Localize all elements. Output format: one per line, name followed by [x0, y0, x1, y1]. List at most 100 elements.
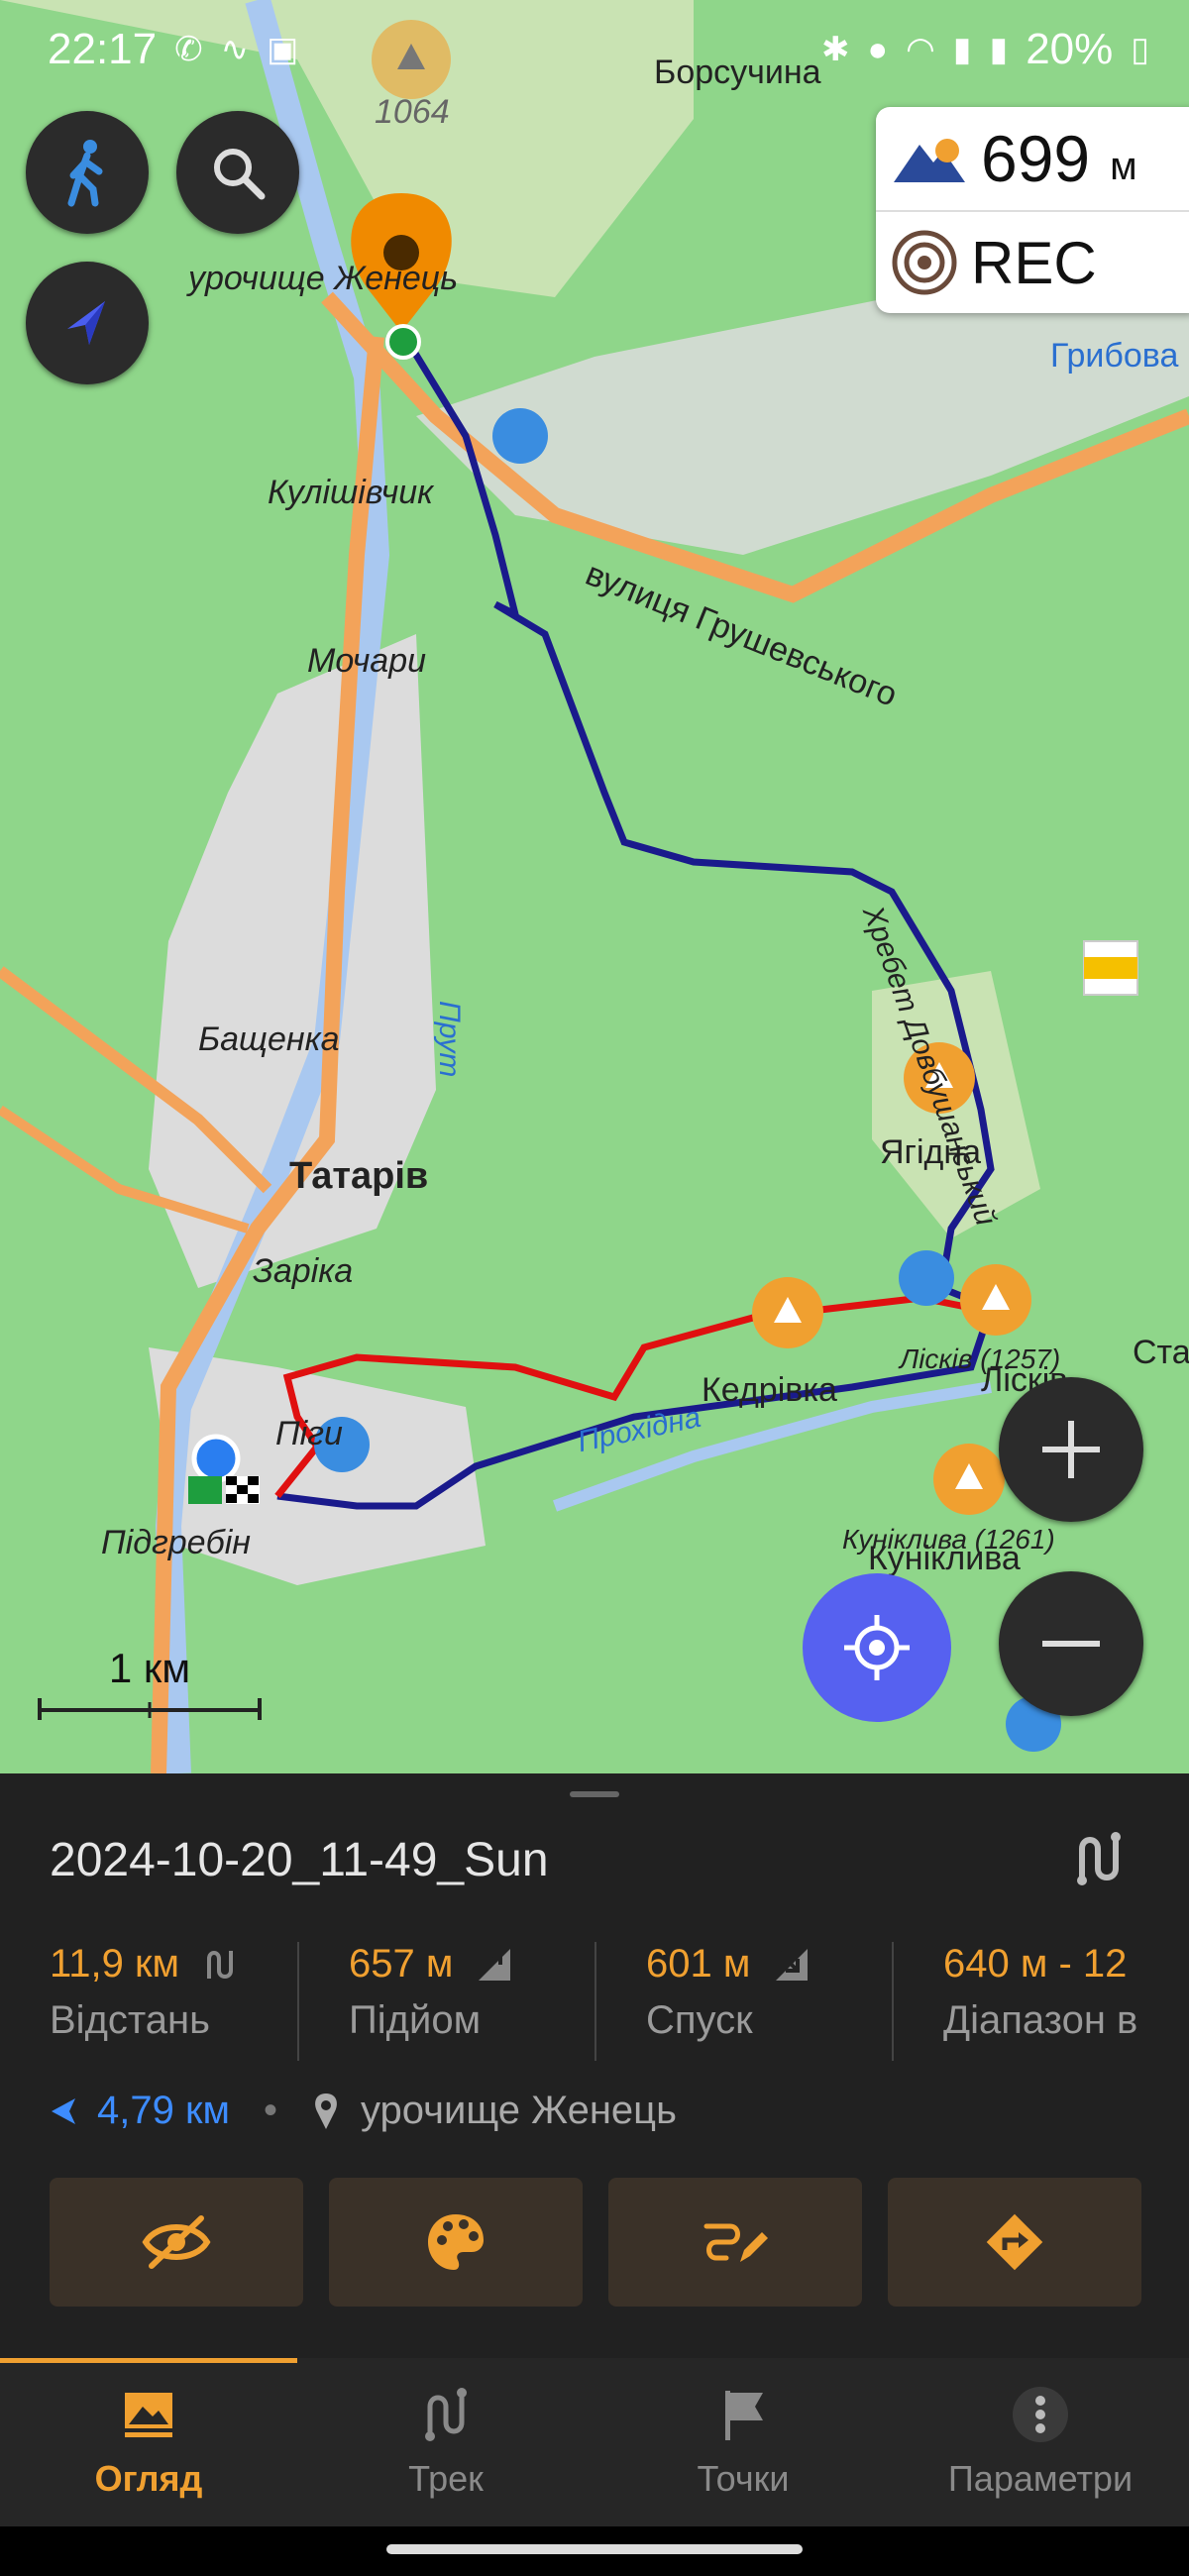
phone-icon: ✆ [174, 31, 203, 68]
hiker-icon [67, 140, 103, 207]
hide-track-button[interactable] [50, 2178, 303, 2307]
minus-icon [1042, 1641, 1100, 1647]
tab-points-label: Точки [697, 2458, 790, 2499]
zoom-in-button[interactable] [999, 1377, 1143, 1522]
record-icon [892, 230, 957, 295]
search-icon [214, 149, 266, 200]
stat-descent-value: 601 м [646, 1942, 751, 1986]
route-icon [207, 1950, 233, 1979]
scale-label: 1 км [108, 1645, 191, 1691]
image-icon: ▣ [267, 31, 299, 68]
track-icon [425, 2388, 467, 2441]
edit-route-icon [703, 2223, 768, 2262]
separator-dot: • [263, 2089, 277, 2132]
signal-icon: ▮ [952, 31, 972, 68]
map-label-zarika: Зарiка [253, 1252, 354, 1290]
arrow-down-right-icon [776, 1948, 809, 1981]
rec-row[interactable]: REC [876, 210, 1189, 313]
altitude-mountain-icon [894, 139, 965, 182]
stat-distance: 11,9 км Відстань [0, 1942, 297, 2061]
home-indicator[interactable] [386, 2544, 803, 2554]
map-label-mochary: Мочари [307, 642, 427, 680]
stat-range-label: Діапазон в [943, 1998, 1138, 2042]
bluetooth-icon: ✱ [821, 31, 850, 68]
edit-track-button[interactable] [608, 2178, 862, 2307]
stat-distance-value: 11,9 км [50, 1942, 179, 1986]
direction-row[interactable]: 4,79 км • урочище Женець [50, 2089, 677, 2133]
tab-overview[interactable]: Огляд [0, 2358, 297, 2526]
profile-hiking-button[interactable] [26, 111, 149, 234]
zoom-out-button[interactable] [999, 1571, 1143, 1716]
map-scale: 1 км [36, 1645, 264, 1720]
stats-row: 11,9 км Відстань 657 м Підйом 601 м Спус… [0, 1942, 1189, 2061]
crosshair-icon [844, 1615, 910, 1680]
map-label-pihy: Піги [275, 1415, 343, 1452]
map-label-kedrivka: Кедрівка [702, 1371, 837, 1409]
compass-button[interactable] [26, 262, 149, 384]
map-label-tatariv: Татарів [289, 1155, 429, 1197]
flag-icon [725, 2391, 763, 2440]
map-label-hrybova: Грибова [1050, 337, 1179, 375]
map-label-yahidna: Ягідна [880, 1133, 982, 1171]
map-label-pidhrebin: Підгребін [101, 1524, 251, 1561]
bottom-tab-bar: Огляд Трек Точки Параметри [0, 2358, 1189, 2526]
route-icon [1077, 1832, 1121, 1885]
track-location: урочище Женець [360, 2089, 677, 2132]
stat-ascent-value: 657 м [349, 1942, 454, 1986]
palette-icon [428, 2214, 484, 2270]
altitude-row[interactable]: 699 м [876, 107, 1189, 210]
battery-icon: ▯ [1131, 31, 1149, 68]
more-icon [1013, 2387, 1068, 2442]
route-icon: ∿ [220, 31, 250, 68]
directions-icon [986, 2213, 1043, 2271]
navigate-button[interactable] [888, 2178, 1141, 2307]
location-pin-icon [315, 2093, 337, 2129]
gesture-bar [0, 2526, 1189, 2576]
altitude-value: 699 [981, 122, 1091, 195]
location-icon: ● [867, 30, 889, 68]
stat-range: 640 м - 12 Діапазон в [892, 1942, 1189, 2061]
map-label-prut: Прут [433, 1001, 466, 1078]
rec-label: REC [971, 229, 1097, 296]
distance-to-track: 4,79 км [97, 2089, 230, 2132]
plus-icon [1042, 1421, 1100, 1478]
track-title: 2024-10-20_11-49_Sun [50, 1834, 549, 1886]
map-label-kuniklyva: Куніклива [868, 1540, 1021, 1577]
map-label-urochyshche: урочище Женець [188, 260, 459, 297]
stat-range-value: 640 м - 12 [943, 1942, 1128, 1986]
arrow-up-right-icon [479, 1948, 511, 1981]
direction-arrow-icon [52, 2097, 75, 2124]
battery-level: 20% [1026, 25, 1114, 73]
clock: 22:17 [48, 25, 158, 73]
map-label-sta: Ста [1133, 1334, 1189, 1371]
map-view[interactable]: 1064 Борсучина Грибова урочище Женець Ку… [0, 0, 1189, 1773]
overview-icon [125, 2393, 172, 2437]
my-location-button[interactable] [803, 1573, 951, 1722]
tab-settings-label: Параметри [947, 2458, 1134, 2499]
action-buttons [50, 2178, 1141, 2307]
stat-ascent-label: Підйом [349, 1998, 482, 2042]
stat-ascent: 657 м Підйом [297, 1942, 594, 2061]
altitude-unit: м [1110, 144, 1137, 188]
track-info-panel: 2024-10-20_11-49_Sun 11,9 км Відстань 65… [0, 1773, 1189, 2358]
search-button[interactable] [176, 111, 299, 234]
tab-settings[interactable]: Параметри [892, 2358, 1189, 2526]
map-label-kulishivchyk: Кулішівчик [268, 474, 434, 511]
compass-arrow-icon [67, 301, 105, 345]
track-color-button[interactable] [329, 2178, 583, 2307]
altitude-rec-widget[interactable]: 699 м REC [876, 107, 1189, 313]
wifi-icon: ◠ [906, 31, 935, 68]
map-label-bashchenka: Бащенка [198, 1020, 340, 1058]
tab-track-label: Трек [408, 2458, 484, 2499]
track-type-button[interactable] [1070, 1829, 1130, 1893]
signal-icon-2: ▮ [989, 31, 1009, 68]
status-bar: 22:17 ✆ ∿ ▣ ✱ ● ◠ ▮ ▮ 20% ▯ [0, 0, 1189, 99]
tab-overview-label: Огляд [94, 2458, 203, 2499]
stat-distance-label: Відстань [50, 1998, 210, 2042]
tab-track[interactable]: Трек [297, 2358, 594, 2526]
stat-descent-label: Спуск [646, 1998, 753, 2042]
tab-points[interactable]: Точки [594, 2358, 892, 2526]
stat-descent: 601 м Спуск [594, 1942, 892, 2061]
drag-handle[interactable] [570, 1791, 619, 1797]
eye-off-icon [142, 2215, 211, 2269]
